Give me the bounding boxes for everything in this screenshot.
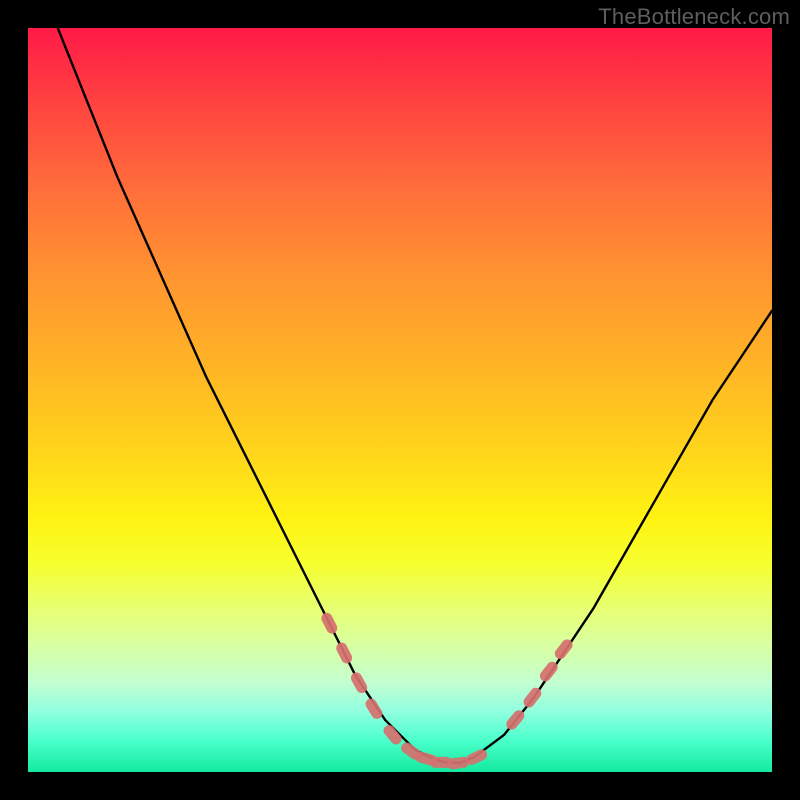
- chart-frame: TheBottleneck.com: [0, 0, 800, 800]
- curve-marker: [319, 611, 339, 636]
- chart-svg: [28, 28, 772, 772]
- marker-layer: [319, 611, 574, 770]
- curve-line: [58, 28, 772, 763]
- plot-area: [28, 28, 772, 772]
- bottleneck-curve: [58, 28, 772, 763]
- watermark-text: TheBottleneck.com: [598, 4, 790, 30]
- curve-marker: [334, 641, 354, 666]
- curve-marker: [363, 697, 384, 721]
